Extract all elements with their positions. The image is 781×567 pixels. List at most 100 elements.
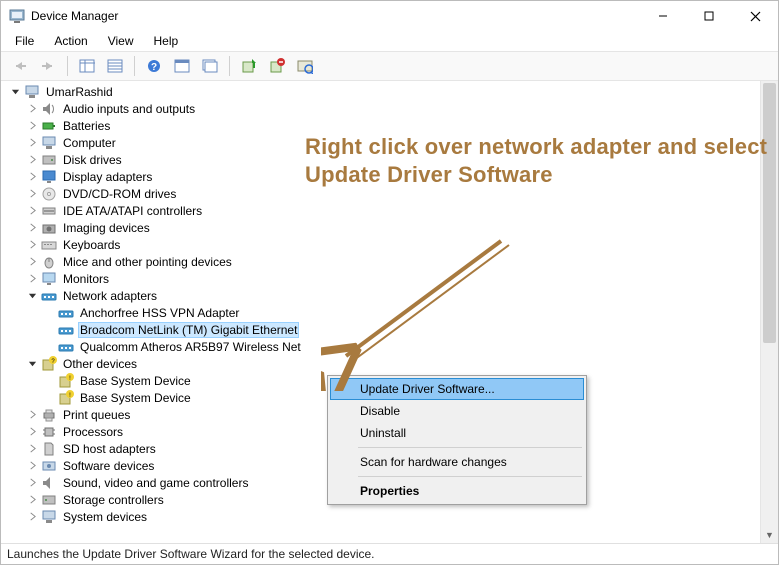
- tree-label: UmarRashid: [44, 85, 115, 99]
- tree-item-mice[interactable]: Mice and other pointing devices: [3, 253, 760, 270]
- back-button[interactable]: [7, 54, 33, 78]
- tree-item-batteries[interactable]: Batteries: [3, 117, 760, 134]
- tree-label: Batteries: [61, 119, 112, 133]
- menu-action[interactable]: Action: [44, 32, 97, 50]
- details-button[interactable]: [102, 54, 128, 78]
- chevron-down-icon[interactable]: [24, 355, 41, 372]
- speaker-icon: [41, 101, 57, 117]
- tree-label: Software devices: [61, 459, 156, 473]
- menu-file[interactable]: File: [5, 32, 44, 50]
- menu-help[interactable]: Help: [144, 32, 189, 50]
- tree-item-network-adapters[interactable]: Network adapters: [3, 287, 760, 304]
- computer-icon: [41, 135, 57, 151]
- disk-icon: [41, 152, 57, 168]
- chevron-right-icon[interactable]: [24, 440, 41, 457]
- chevron-down-icon[interactable]: [7, 83, 24, 100]
- update-driver-button[interactable]: [236, 54, 262, 78]
- tree-label: Imaging devices: [61, 221, 152, 235]
- chevron-right-icon[interactable]: [24, 202, 41, 219]
- network-icon: [58, 322, 74, 338]
- tree-item-audio[interactable]: Audio inputs and outputs: [3, 100, 760, 117]
- tree-item-ide[interactable]: IDE ATA/ATAPI controllers: [3, 202, 760, 219]
- chevron-right-icon[interactable]: [24, 491, 41, 508]
- help-button[interactable]: ?: [141, 54, 167, 78]
- context-uninstall[interactable]: Uninstall: [330, 422, 584, 444]
- disc-icon: [41, 186, 57, 202]
- device-manager-icon: [9, 8, 25, 24]
- tree-label: Sound, video and game controllers: [61, 476, 250, 490]
- tree-label: Qualcomm Atheros AR5B97 Wireless Net: [78, 340, 303, 354]
- chevron-right-icon[interactable]: [24, 185, 41, 202]
- chevron-right-icon[interactable]: [24, 457, 41, 474]
- show-hide-tree-button[interactable]: [74, 54, 100, 78]
- tree-item-monitors[interactable]: Monitors: [3, 270, 760, 287]
- chevron-right-icon[interactable]: [24, 406, 41, 423]
- network-icon: [58, 339, 74, 355]
- context-menu: Update Driver Software... Disable Uninst…: [327, 375, 587, 505]
- context-update-driver[interactable]: Update Driver Software...: [330, 378, 584, 400]
- tree-item-adapter-selected[interactable]: Broadcom NetLink (TM) Gigabit Ethernet: [3, 321, 760, 338]
- mouse-icon: [41, 254, 57, 270]
- action-button[interactable]: [197, 54, 223, 78]
- toolbar-separator: [229, 56, 230, 76]
- uninstall-button[interactable]: [264, 54, 290, 78]
- tree-label: Broadcom NetLink (TM) Gigabit Ethernet: [78, 322, 299, 338]
- tree-item-other-devices[interactable]: ? Other devices: [3, 355, 760, 372]
- chevron-right-icon[interactable]: [24, 219, 41, 236]
- close-button[interactable]: [732, 1, 778, 31]
- device-manager-window: Device Manager File Action View Help ?: [0, 0, 779, 565]
- tree-label: Base System Device: [78, 374, 193, 388]
- chevron-right-icon[interactable]: [24, 151, 41, 168]
- sound-icon: [41, 475, 57, 491]
- scan-hardware-button[interactable]: [292, 54, 318, 78]
- minimize-button[interactable]: [640, 1, 686, 31]
- tree-item-adapter[interactable]: Anchorfree HSS VPN Adapter: [3, 304, 760, 321]
- maximize-button[interactable]: [686, 1, 732, 31]
- network-icon: [41, 288, 57, 304]
- camera-icon: [41, 220, 57, 236]
- tree-label: System devices: [61, 510, 149, 524]
- tree-label: Keyboards: [61, 238, 122, 252]
- context-properties[interactable]: Properties: [330, 480, 584, 502]
- annotation-text: Right click over network adapter and sel…: [305, 133, 778, 188]
- menu-view[interactable]: View: [98, 32, 144, 50]
- tree-item-imaging[interactable]: Imaging devices: [3, 219, 760, 236]
- chevron-right-icon[interactable]: [24, 117, 41, 134]
- tree-label: SD host adapters: [61, 442, 158, 456]
- properties-button[interactable]: [169, 54, 195, 78]
- context-disable[interactable]: Disable: [330, 400, 584, 422]
- toolbar: ?: [1, 51, 778, 81]
- window-title: Device Manager: [31, 9, 640, 23]
- chevron-right-icon[interactable]: [24, 508, 41, 525]
- keyboard-icon: [41, 237, 57, 253]
- chevron-right-icon[interactable]: [24, 100, 41, 117]
- forward-button[interactable]: [35, 54, 61, 78]
- tree-item-keyboards[interactable]: Keyboards: [3, 236, 760, 253]
- chevron-right-icon[interactable]: [24, 134, 41, 151]
- computer-icon: [24, 84, 40, 100]
- chevron-right-icon[interactable]: [24, 474, 41, 491]
- chevron-right-icon[interactable]: [24, 253, 41, 270]
- chevron-right-icon[interactable]: [24, 168, 41, 185]
- chevron-right-icon[interactable]: [24, 423, 41, 440]
- tree-label: Monitors: [61, 272, 111, 286]
- statusbar: Launches the Update Driver Software Wiza…: [1, 544, 778, 564]
- menubar: File Action View Help: [1, 31, 778, 51]
- chevron-down-icon[interactable]: [24, 287, 41, 304]
- storage-icon: [41, 492, 57, 508]
- context-separator: [358, 476, 582, 477]
- context-scan[interactable]: Scan for hardware changes: [330, 451, 584, 473]
- unknown-device-icon: ?: [41, 356, 57, 372]
- battery-icon: [41, 118, 57, 134]
- system-icon: [41, 509, 57, 525]
- scroll-down-icon[interactable]: ▼: [761, 526, 778, 543]
- tree-item-adapter[interactable]: Qualcomm Atheros AR5B97 Wireless Net: [3, 338, 760, 355]
- software-icon: [41, 458, 57, 474]
- tree-item-system-devices[interactable]: System devices: [3, 508, 760, 525]
- scrollbar-thumb[interactable]: [763, 83, 776, 343]
- chevron-right-icon[interactable]: [24, 236, 41, 253]
- chevron-right-icon[interactable]: [24, 270, 41, 287]
- ide-icon: [41, 203, 57, 219]
- tree-label: Other devices: [61, 357, 139, 371]
- tree-root[interactable]: UmarRashid: [3, 83, 760, 100]
